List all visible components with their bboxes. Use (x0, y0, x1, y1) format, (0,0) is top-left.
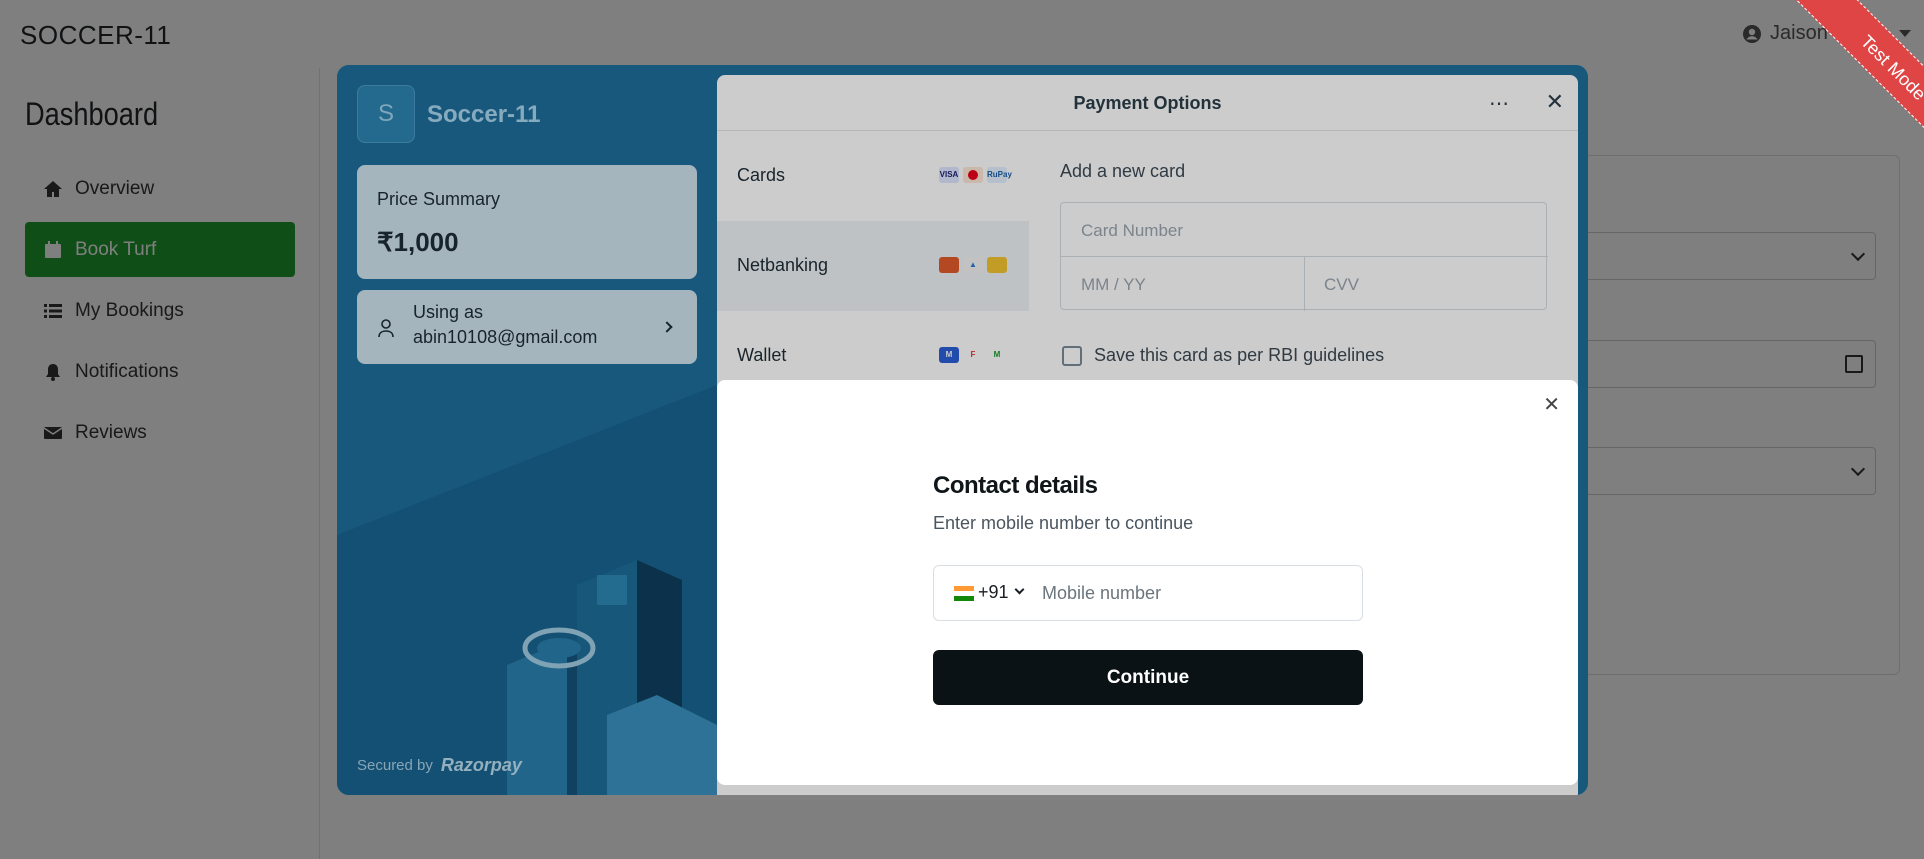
test-mode-ribbon: Test Mode (1754, 0, 1924, 170)
close-icon[interactable]: ✕ (1543, 392, 1560, 417)
country-code-select[interactable]: +91 (978, 582, 1009, 603)
dialog-title: Contact details (933, 472, 1098, 499)
mobile-number-input[interactable] (1042, 567, 1352, 619)
continue-button[interactable]: Continue (933, 650, 1363, 705)
india-flag-icon[interactable] (954, 586, 974, 601)
test-mode-label: Test Mode (1793, 0, 1924, 168)
dialog-subtitle: Enter mobile number to continue (933, 513, 1194, 533)
chevron-down-icon[interactable] (1014, 584, 1025, 595)
contact-details-dialog: ✕ Contact details Enter mobile number to… (717, 380, 1578, 785)
phone-field: +91 (933, 565, 1363, 621)
